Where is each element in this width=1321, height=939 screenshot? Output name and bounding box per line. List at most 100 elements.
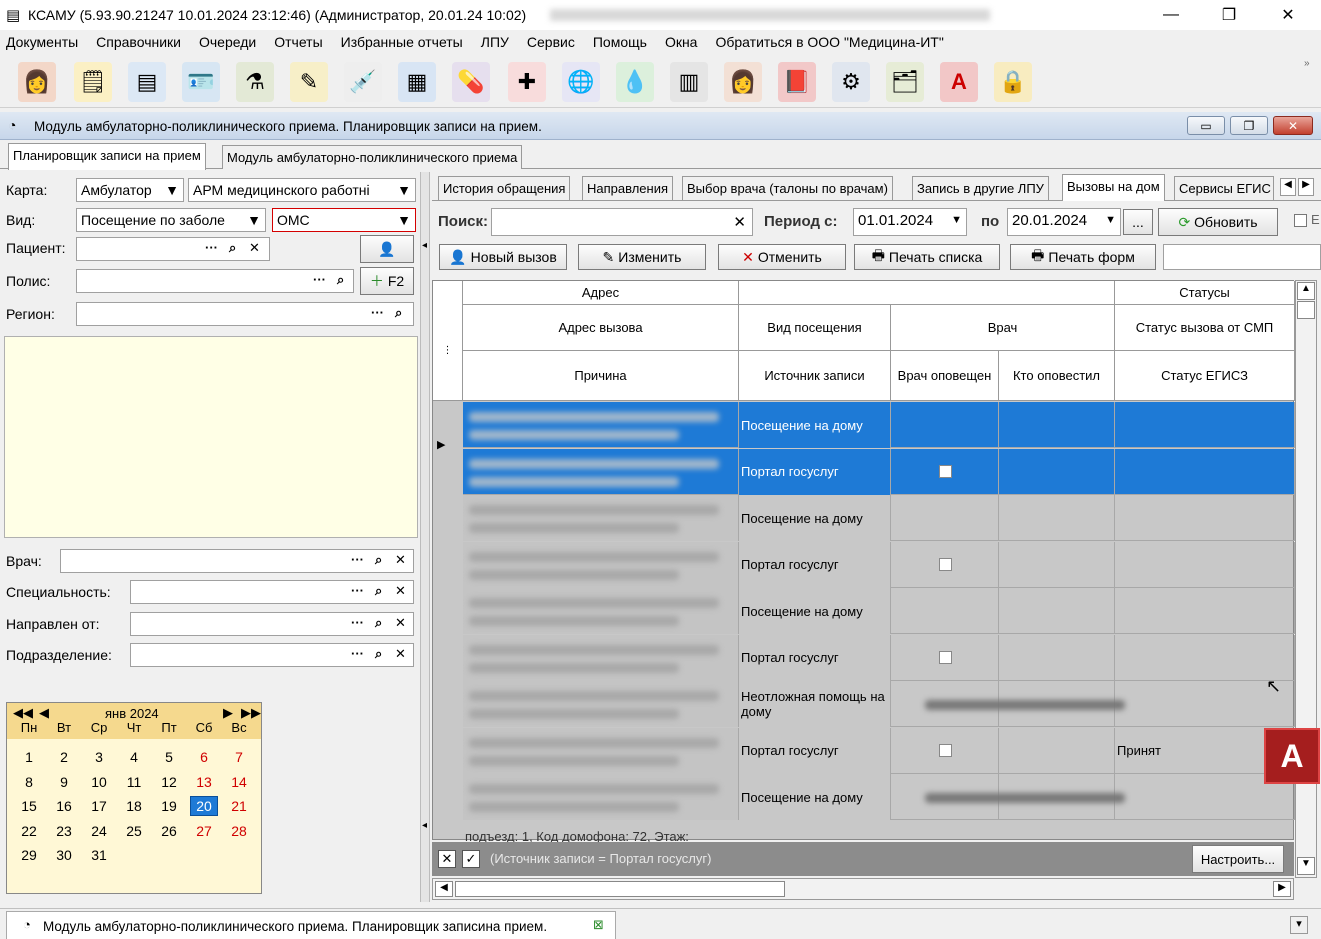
splitter[interactable]: ◂ ◂ [420, 172, 430, 902]
tab-home-calls[interactable]: Вызовы на дом [1062, 174, 1165, 201]
scanner-icon[interactable]: ▥ [670, 62, 708, 102]
tab-scroll-right-icon[interactable]: ▶ [1298, 178, 1314, 196]
calendar-day[interactable]: 30 [50, 847, 78, 863]
refresh-button[interactable]: ⟳ Обновить [1158, 208, 1278, 236]
scroll-thumb[interactable] [1297, 301, 1315, 319]
chevron-down-icon[interactable]: ▼ [951, 214, 962, 226]
calendar-day[interactable]: 19 [155, 798, 183, 814]
letter-a-icon[interactable]: A [940, 62, 978, 102]
menu-item-5[interactable]: ЛПУ [481, 34, 509, 50]
search-icon[interactable]: ⌕ [375, 552, 382, 568]
col-notified[interactable]: Врач оповещен [891, 351, 999, 401]
floating-letter-a-icon[interactable]: A [1264, 728, 1320, 784]
droplet-icon[interactable]: 💧 [616, 62, 654, 102]
col-address[interactable]: Адрес вызова [463, 305, 739, 351]
notified-checkbox[interactable] [939, 558, 952, 571]
tab-egis[interactable]: Сервисы ЕГИС [1174, 176, 1274, 200]
prev-year-icon[interactable]: ◀◀ [13, 705, 33, 721]
column-chooser-icon[interactable]: ⋮ [443, 345, 453, 356]
search-input[interactable]: ✕ [491, 208, 753, 236]
region-field[interactable]: ··· ⌕ [76, 302, 414, 326]
chevron-down-icon[interactable]: ▼ [1105, 214, 1116, 226]
syringe-icon[interactable]: 💉 [344, 62, 382, 102]
calendar-day[interactable]: 12 [155, 774, 183, 790]
calendar-day[interactable]: 16 [50, 798, 78, 814]
col-source[interactable]: Источник записи [739, 351, 891, 401]
table-row[interactable]: Посещение на дому [463, 495, 1295, 541]
col-visit-type[interactable]: Вид посещения [739, 305, 891, 351]
tab-choose-doctor[interactable]: Выбор врача (талоны по врачам) [682, 176, 893, 200]
calendar-icon[interactable]: ▦ [398, 62, 436, 102]
napr-field[interactable]: ··· ⌕ ✕ [130, 612, 414, 636]
calendar-day[interactable]: 26 [155, 823, 183, 839]
restore-button[interactable]: ❐ [1206, 0, 1252, 30]
prev-month-icon[interactable]: ◀ [39, 705, 49, 721]
scroll-left-icon[interactable]: ◀ [435, 881, 453, 897]
scroll-up-icon[interactable]: ▲ [1297, 282, 1315, 300]
scroll-right-icon[interactable]: ▶ [1273, 881, 1291, 897]
filter-enabled-checkbox[interactable]: ✓ [462, 850, 480, 868]
collapse-left-icon[interactable]: ◂ [422, 240, 427, 251]
clear-search-icon[interactable]: ✕ [733, 213, 746, 231]
new-call-button[interactable]: 👤 Новый вызов [439, 244, 567, 270]
grid-hscrollbar[interactable]: ◀ ▶ [432, 878, 1294, 900]
calendar-day[interactable]: 1 [15, 749, 43, 765]
date-range-button[interactable]: ... [1123, 209, 1153, 235]
ellipsis-icon[interactable]: ··· [351, 583, 364, 598]
cancel-call-button[interactable]: ✕ Отменить [718, 244, 846, 270]
settings-icon[interactable]: ⚙ [832, 62, 870, 102]
search-icon[interactable]: ⌕ [337, 272, 344, 288]
configure-button[interactable]: Настроить... [1192, 845, 1284, 873]
calendar-day[interactable]: 17 [85, 798, 113, 814]
menu-item-6[interactable]: Сервис [527, 34, 575, 50]
collapse-left-icon[interactable]: ◂ [422, 820, 427, 831]
table-row[interactable]: Портал госуслуг [463, 634, 1295, 681]
nurse-icon[interactable]: 👩 [724, 62, 762, 102]
vid-select[interactable]: Посещение по заболе ▼ [76, 208, 266, 232]
calendar-day[interactable]: 23 [50, 823, 78, 839]
card-icon[interactable]: ▤ [128, 62, 166, 102]
calendar-day[interactable]: 27 [190, 823, 218, 839]
col-doctor[interactable]: Врач [891, 305, 1115, 351]
tab-ambulatory-module[interactable]: Модуль амбулаторно-поликлинического прие… [222, 145, 523, 169]
calendar-day[interactable]: 11 [120, 774, 148, 790]
hscroll-thumb[interactable] [455, 881, 785, 897]
search-icon[interactable]: ⌕ [229, 240, 236, 256]
menu-item-9[interactable]: Обратиться в ООО "Медицина-ИТ" [715, 34, 943, 50]
med-card-icon[interactable]: ✚ [508, 62, 546, 102]
calendar-day[interactable]: 31 [85, 847, 113, 863]
f2-button[interactable]: ＋ F2 [360, 267, 414, 295]
col-reason[interactable]: Причина [463, 351, 739, 401]
karta-select[interactable]: Амбулатор ▼ [76, 178, 184, 202]
option-checkbox[interactable] [1294, 214, 1307, 227]
close-button[interactable]: ✕ [1265, 0, 1311, 30]
search-icon[interactable]: ⌕ [375, 583, 382, 599]
tab-scroll-left-icon[interactable]: ◀ [1280, 178, 1296, 196]
lab-flask-icon[interactable]: ⚗ [236, 62, 274, 102]
next-year-icon[interactable]: ▶▶ [241, 705, 261, 721]
clear-filter-icon[interactable]: ✕ [438, 850, 456, 868]
tab-history[interactable]: История обращения [438, 176, 571, 200]
calendar-day[interactable]: 9 [50, 774, 78, 790]
polis-field[interactable]: ··· ⌕ [76, 269, 354, 293]
extra-input[interactable] [1163, 244, 1321, 270]
table-row[interactable]: Посещение на дому [463, 588, 1295, 634]
date-to-field[interactable]: 20.01.2024 ▼ [1007, 208, 1121, 236]
calendar-day[interactable]: 14 [225, 774, 253, 790]
id-card-icon[interactable]: 🪪 [182, 62, 220, 102]
toolbar-overflow-icon[interactable]: » [1304, 58, 1310, 69]
search-icon[interactable]: ⌕ [375, 615, 382, 631]
doctor-icon[interactable]: 👩 [18, 62, 56, 102]
calendar-day[interactable]: 25 [120, 823, 148, 839]
col-who-notified[interactable]: Кто оповестил [999, 351, 1115, 401]
calendar-day[interactable]: 15 [15, 798, 43, 814]
print-list-button[interactable]: 🖶 Печать списка [854, 244, 1000, 270]
grid-vscrollbar[interactable]: ▲ ▼ [1295, 280, 1317, 878]
module-minimize-button[interactable]: ▭ [1187, 116, 1225, 135]
date-from-field[interactable]: 01.01.2024 ▼ [853, 208, 967, 236]
calendar-day[interactable]: 2 [50, 749, 78, 765]
menu-item-7[interactable]: Помощь [593, 34, 647, 50]
book-icon[interactable]: 📕 [778, 62, 816, 102]
clear-icon[interactable]: ✕ [395, 552, 406, 568]
close-tab-icon[interactable]: ⊠ [593, 917, 604, 933]
